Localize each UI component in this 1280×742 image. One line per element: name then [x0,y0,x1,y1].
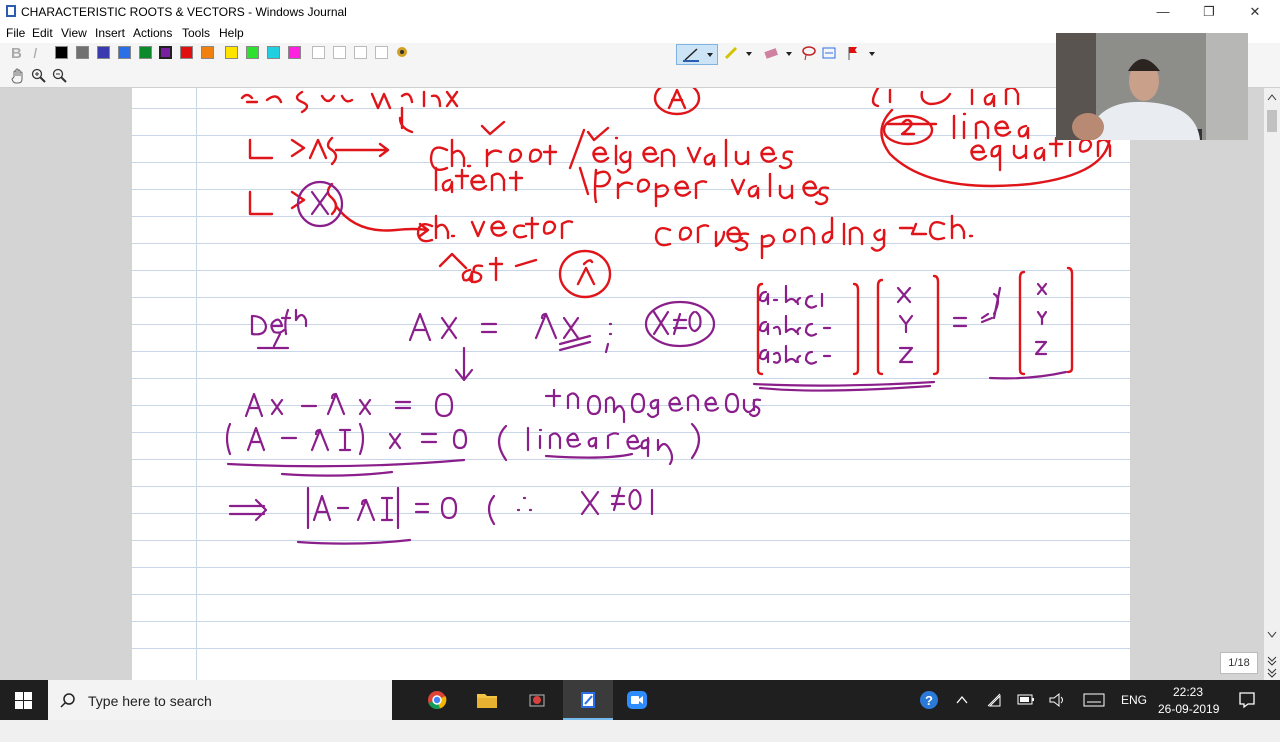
clock-date[interactable]: 26-09-2019 [1158,702,1219,742]
color-lime[interactable] [246,46,259,59]
snipping-tool-icon[interactable] [527,690,547,710]
journal-app-icon [6,5,16,17]
color-blue[interactable] [118,46,131,59]
windows-journal-taskbar-button[interactable] [563,680,613,720]
italic-button[interactable]: I [33,45,37,62]
page-next-icon[interactable] [1267,656,1277,666]
minimize-button[interactable]: — [1140,0,1186,23]
input-language[interactable]: ENG [1121,693,1147,733]
eraser-icon[interactable] [762,45,796,61]
color-magenta[interactable] [288,46,301,59]
network-icon[interactable] [986,692,1004,708]
flag-icon[interactable] [845,45,879,61]
color-empty-2[interactable] [333,46,346,59]
file-explorer-icon[interactable] [476,691,498,709]
menu-view[interactable]: View [61,26,87,40]
color-navy[interactable] [97,46,110,59]
color-purple-selected[interactable] [159,46,172,59]
window-title: CHARACTERISTIC ROOTS & VECTORS - Windows… [21,5,347,19]
title-bar: CHARACTERISTIC ROOTS & VECTORS - Windows… [0,0,1280,23]
color-gray[interactable] [76,46,89,59]
show-hidden-icons-icon[interactable] [956,695,968,705]
taskbar: Type here to search ? ENG 22:23 26-09-20… [0,680,1280,720]
close-button[interactable]: ✕ [1232,0,1278,23]
lasso-select-icon[interactable] [801,45,817,61]
menu-actions[interactable]: Actions [133,26,172,40]
taskbar-search-box[interactable]: Type here to search [48,680,392,720]
color-red[interactable] [180,46,193,59]
handwritten-ink [225,88,1112,545]
chrome-icon[interactable] [427,690,447,710]
keyboard-icon[interactable] [1083,693,1105,707]
menu-help[interactable]: Help [219,26,244,40]
color-black[interactable] [55,46,68,59]
color-orange[interactable] [201,46,214,59]
maximize-button[interactable]: ❐ [1186,0,1232,23]
notifications-icon[interactable] [1238,691,1256,709]
color-yellow[interactable] [225,46,238,59]
search-icon [60,693,75,708]
pen-icon [683,48,713,62]
scroll-up-arrow-icon[interactable] [1267,93,1277,101]
insert-space-icon[interactable] [821,45,837,61]
highlighter-icon[interactable] [722,45,756,61]
zoom-in-icon[interactable] [31,68,47,84]
zoom-out-icon[interactable] [52,68,68,84]
page-indicator: 1/18 [1220,652,1258,674]
color-green[interactable] [139,46,152,59]
menu-edit[interactable]: Edit [32,26,53,40]
pen-settings-icon[interactable] [395,45,409,59]
svg-text:?: ? [925,693,933,708]
vertical-scrollbar[interactable] [1264,88,1280,680]
menu-insert[interactable]: Insert [95,26,125,40]
battery-icon[interactable] [1017,694,1035,706]
volume-icon[interactable] [1048,692,1066,708]
pan-hand-icon[interactable] [10,68,26,84]
webcam-overlay [1056,33,1248,140]
search-placeholder: Type here to search [88,693,212,709]
help-icon[interactable]: ? [919,690,939,710]
menu-file[interactable]: File [6,26,25,40]
page-up-arrow-icon[interactable] [1267,631,1277,639]
menu-tools[interactable]: Tools [182,26,210,40]
color-empty-1[interactable] [312,46,325,59]
windows-start-icon[interactable] [15,692,32,709]
zoom-meeting-icon[interactable] [626,690,648,710]
bold-button[interactable]: B [11,45,22,62]
presenter-video-image [1056,33,1248,140]
color-empty-3[interactable] [354,46,367,59]
pen-tool-button[interactable] [676,44,718,65]
journal-icon [581,692,595,708]
page-last-icon[interactable] [1267,668,1277,678]
color-cyan[interactable] [267,46,280,59]
color-empty-4[interactable] [375,46,388,59]
scrollbar-thumb[interactable] [1267,110,1277,132]
